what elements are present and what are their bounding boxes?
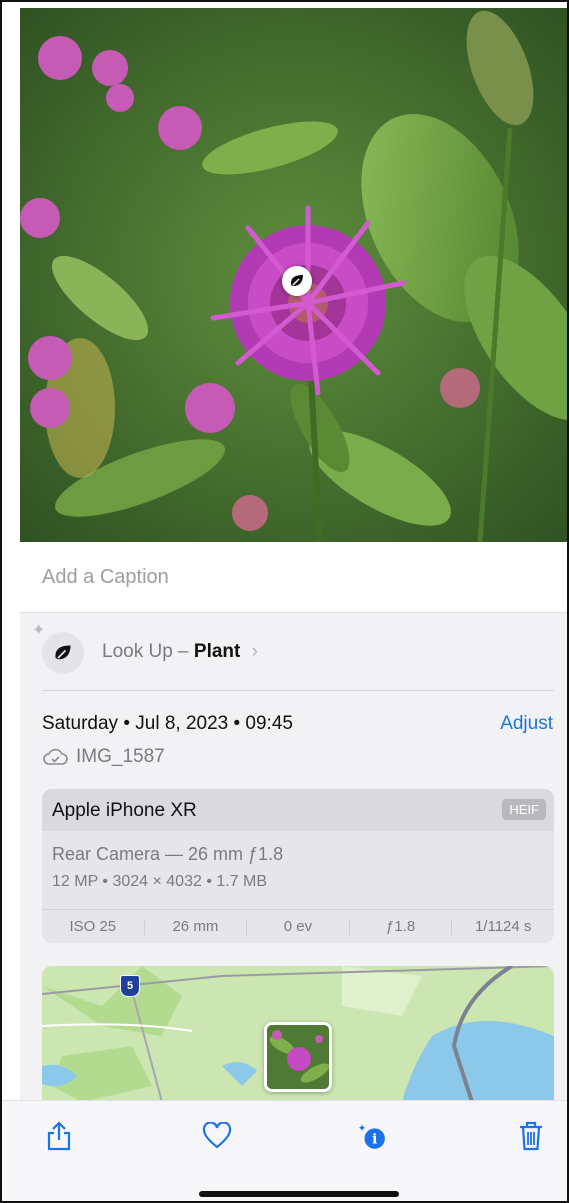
info-button[interactable]: ✦ i [356,1119,390,1153]
favorite-button[interactable] [200,1119,234,1153]
caption-field[interactable]: Add a Caption [42,566,169,589]
map-photo-pin[interactable] [264,1022,332,1092]
sparkle-icon: ✦ [32,622,46,639]
share-icon [47,1121,71,1151]
share-button[interactable] [42,1119,76,1153]
svg-text:i: i [372,1132,377,1148]
leaf-icon [291,275,303,286]
lookup-subject: Plant [193,641,241,662]
divider [42,690,554,691]
filename-row: IMG_1587 [42,746,165,768]
photo[interactable] [20,8,567,542]
exif-focal: 26 mm [145,919,248,935]
camera-card-header: Apple iPhone XR HEIF [42,789,554,831]
lookup-icon-circle [42,632,84,674]
location-map[interactable]: 5 [42,966,554,1102]
photo-date: Saturday • Jul 8, 2023 • 09:45 [42,713,293,734]
leaf-icon [55,645,71,660]
info-sheet: Add a Caption ✦ Look Up – Plant › Saturd… [20,542,567,1102]
exif-ev: 0 ev [247,919,350,935]
lookup-label: Look Up – Plant › [102,641,258,663]
bottom-toolbar: ✦ i [2,1100,567,1201]
route-shield: 5 [120,975,140,997]
image-specs: 12 MP • 3024 × 4032 • 1.7 MB [52,873,268,890]
filename: IMG_1587 [76,746,165,767]
lens-info: Rear Camera — 26 mm ƒ1.8 [52,844,284,864]
svg-text:✦: ✦ [358,1124,367,1135]
chevron-right-icon: › [251,641,258,662]
photo-thumbnail [267,1025,329,1089]
exif-row: ISO 25 26 mm 0 ev ƒ1.8 1/1124 s [42,909,554,943]
lookup-row[interactable]: ✦ Look Up – Plant › [20,614,567,688]
icloud-check-icon [43,748,68,765]
visual-lookup-button[interactable] [282,266,312,296]
exif-aperture: ƒ1.8 [350,919,453,935]
home-indicator[interactable] [199,1191,399,1197]
adjust-button[interactable]: Adjust [500,713,553,735]
info-sparkle-icon: ✦ i [358,1124,385,1149]
heart-icon [202,1122,232,1149]
caption-area[interactable]: Add a Caption [20,542,567,613]
photo-viewer: Add a Caption ✦ Look Up – Plant › Saturd… [0,0,569,1203]
device-name: Apple iPhone XR [52,800,197,821]
exif-iso: ISO 25 [42,919,145,935]
exif-shutter: 1/1124 s [474,918,532,935]
format-badge: HEIF [502,799,546,820]
trash-icon [520,1121,542,1151]
lookup-prefix: Look Up – [102,641,189,662]
delete-button[interactable] [514,1119,548,1153]
camera-info-card: Apple iPhone XR HEIF Rear Camera — 26 mm… [42,789,554,943]
